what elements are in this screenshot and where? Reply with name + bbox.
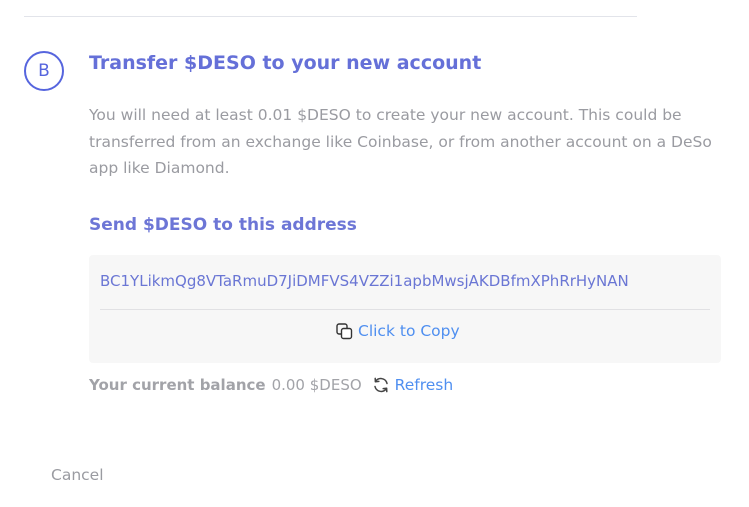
- send-address-heading: Send $DESO to this address: [89, 215, 357, 235]
- refresh-button[interactable]: Refresh: [372, 376, 454, 394]
- address-box: BC1YLikmQg8VTaRmuD7JiDMFVS4VZZi1apbMwsjA…: [89, 255, 721, 363]
- balance-label: Your current balance: [89, 376, 266, 394]
- wallet-address: BC1YLikmQg8VTaRmuD7JiDMFVS4VZZi1apbMwsjA…: [100, 272, 629, 290]
- address-divider: [100, 309, 710, 310]
- top-divider: [24, 16, 637, 17]
- refresh-label: Refresh: [394, 376, 454, 394]
- step-indicator: B: [24, 51, 64, 91]
- step-title: Transfer $DESO to your new account: [89, 52, 482, 74]
- transfer-step-panel: B Transfer $DESO to your new account You…: [0, 0, 749, 507]
- copy-label: Click to Copy: [358, 322, 460, 340]
- refresh-icon: [372, 376, 390, 394]
- copy-address-button[interactable]: Click to Copy: [336, 322, 460, 340]
- copy-icon: [336, 322, 353, 340]
- balance-row: Your current balance 0.00 $DESO Refresh: [89, 376, 453, 394]
- step-description: You will need at least 0.01 $DESO to cre…: [89, 106, 712, 177]
- cancel-button[interactable]: Cancel: [51, 466, 104, 484]
- balance-value: 0.00 $DESO: [271, 376, 362, 394]
